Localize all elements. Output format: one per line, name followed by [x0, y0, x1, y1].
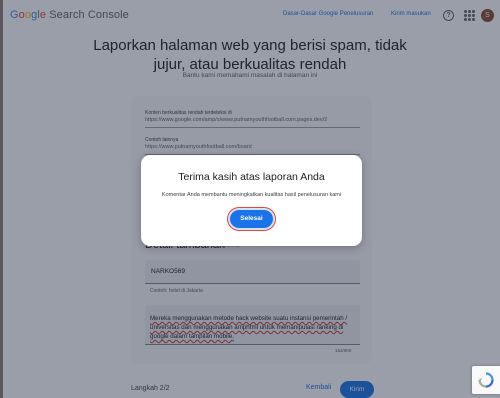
recaptcha-icon: [478, 372, 494, 388]
dialog-message: Komentar Anda membantu meningkatkan kual…: [161, 192, 342, 198]
recaptcha-badge[interactable]: [472, 366, 500, 394]
thank-you-dialog: Terima kasih atas laporan Anda Komentar …: [141, 155, 362, 246]
dialog-title: Terima kasih atas laporan Anda: [178, 171, 325, 183]
window-edge: [0, 0, 3, 398]
done-button[interactable]: Selesai: [230, 210, 273, 228]
